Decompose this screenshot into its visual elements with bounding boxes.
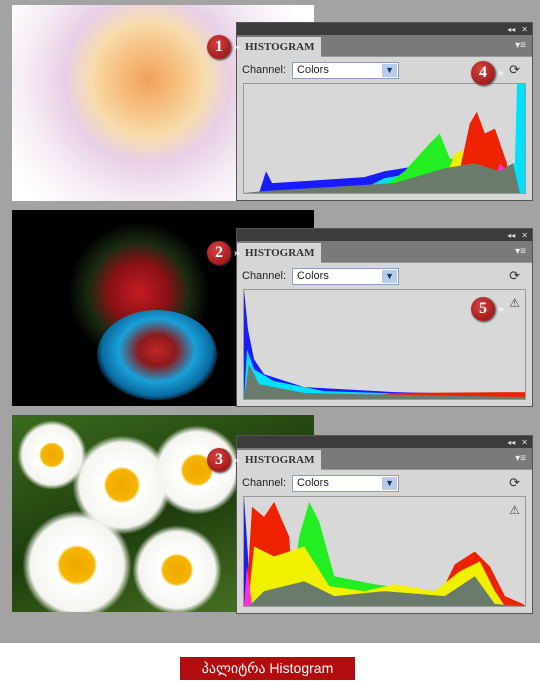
callout-badge-3: 3 xyxy=(207,447,240,472)
chevron-down-icon: ▼ xyxy=(382,476,398,490)
histogram-panel-2: ◂◂ ✕ HISTOGRAM ▾≡ Channel: Colors▼ ⟳ ⚠ 2 5 xyxy=(207,228,533,407)
tab-histogram[interactable]: HISTOGRAM xyxy=(237,243,321,263)
callout-badge-1: 1 xyxy=(207,34,240,59)
histogram-panel-1: ◂◂ ✕ HISTOGRAM ▾≡ Channel: Colors▼ ⟳ 1 4 xyxy=(207,22,533,201)
collapse-icon[interactable]: ◂◂ xyxy=(507,25,515,34)
close-icon[interactable]: ✕ xyxy=(521,438,528,447)
panel-menu-icon[interactable]: ▾≡ xyxy=(515,246,526,257)
collapse-icon[interactable]: ◂◂ xyxy=(507,231,515,240)
close-icon[interactable]: ✕ xyxy=(521,231,528,240)
tab-histogram[interactable]: HISTOGRAM xyxy=(237,37,321,57)
channel-select[interactable]: Colors ▼ xyxy=(292,61,400,79)
callout-badge-2: 2 xyxy=(207,240,240,265)
panel-menu-icon[interactable]: ▾≡ xyxy=(515,453,526,464)
collapse-icon[interactable]: ◂◂ xyxy=(507,438,515,447)
panel-menu-icon[interactable]: ▾≡ xyxy=(515,40,526,51)
histogram-graph xyxy=(243,83,526,194)
caption-label: პალიტრა Histogram xyxy=(180,657,355,680)
warning-icon[interactable]: ⚠ xyxy=(509,296,520,310)
refresh-icon[interactable]: ⟳ xyxy=(509,268,520,284)
channel-select[interactable]: Colors ▼ xyxy=(292,267,400,285)
histogram-panel-3: ◂◂ ✕ HISTOGRAM ▾≡ Channel: Colors ▼ ⟳ ⚠ 3 xyxy=(207,435,533,614)
warning-icon[interactable]: ⚠ xyxy=(509,503,520,517)
chevron-down-icon: ▼ xyxy=(382,269,398,283)
chevron-down-icon: ▼ xyxy=(382,63,398,77)
refresh-icon[interactable]: ⟳ xyxy=(509,475,520,491)
channel-label: Channel: xyxy=(242,64,287,76)
callout-badge-4: 4 xyxy=(471,60,504,85)
callout-badge-5: 5 xyxy=(471,296,504,321)
refresh-icon[interactable]: ⟳ xyxy=(509,62,520,78)
channel-select[interactable]: Colors ▼ xyxy=(292,474,400,492)
channel-label: Channel: xyxy=(242,477,287,489)
stage: ◂◂ ✕ HISTOGRAM ▾≡ Channel: Colors▼ ⟳ 1 4 ◂… xyxy=(0,0,540,643)
histogram-graph: ⚠ xyxy=(243,496,526,607)
close-icon[interactable]: ✕ xyxy=(521,25,528,34)
channel-label: Channel: xyxy=(242,270,287,282)
tab-histogram[interactable]: HISTOGRAM xyxy=(237,450,321,470)
reflection-glow xyxy=(97,310,217,400)
